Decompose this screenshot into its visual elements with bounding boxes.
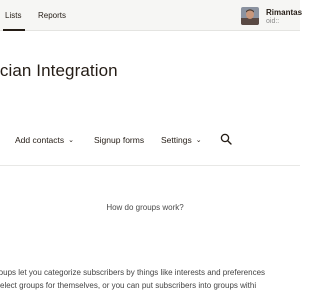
section-divider	[0, 165, 300, 166]
search-icon[interactable]	[220, 133, 232, 145]
chevron-down-icon: ⌄	[68, 137, 75, 144]
account-id[interactable]: oid::	[266, 18, 279, 25]
account-name[interactable]: Rimantas	[266, 8, 302, 17]
add-contacts-label: Add contacts	[15, 135, 65, 145]
signup-forms-link[interactable]: Signup forms	[94, 135, 144, 145]
nav-link-reports[interactable]: Reports	[38, 11, 66, 20]
signup-forms-label: Signup forms	[94, 135, 145, 145]
groups-help-link[interactable]: How do groups work?	[0, 203, 290, 212]
settings-menu[interactable]: Settings ⌄	[161, 135, 202, 145]
avatar-image	[241, 7, 259, 25]
page-title: ician Integration	[0, 61, 118, 80]
nav-link-lists[interactable]: Lists	[5, 11, 21, 20]
groups-description-line-2: select groups for themselves, or you can…	[0, 281, 257, 290]
chevron-down-icon: ⌄	[195, 137, 202, 144]
avatar[interactable]	[241, 7, 259, 25]
top-navigation-bar: Lists Reports Rimantas oid::	[0, 0, 302, 31]
add-contacts-menu[interactable]: Add contacts ⌄	[15, 135, 74, 145]
groups-description-line-1: roups let you categorize subscribers by …	[0, 268, 266, 277]
active-tab-indicator	[3, 29, 25, 31]
settings-label: Settings	[161, 135, 192, 145]
